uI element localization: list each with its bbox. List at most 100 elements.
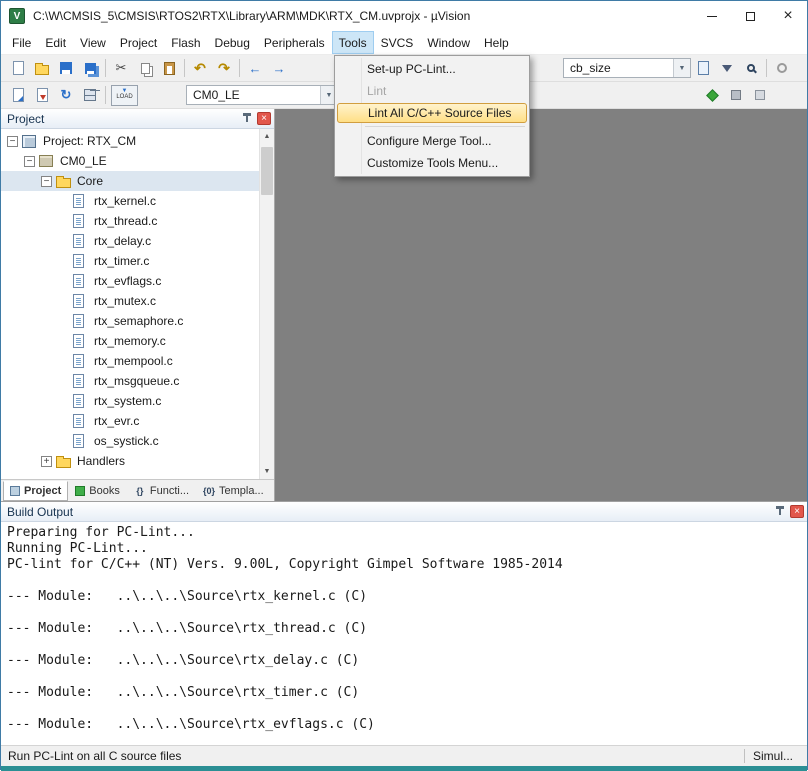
search-button[interactable] [739, 57, 763, 80]
tree-item-rtx-semaphore-c[interactable]: rtx_semaphore.c [1, 311, 259, 331]
pin-icon[interactable] [241, 113, 253, 125]
maximize-icon [746, 12, 755, 21]
filter-button[interactable] [715, 57, 739, 80]
expand-icon[interactable]: + [41, 456, 52, 467]
find-in-files-button[interactable] [691, 57, 715, 80]
tree-indent [58, 296, 69, 307]
menu-file[interactable]: File [5, 31, 38, 54]
download-button[interactable]: ▼ LOAD [111, 85, 138, 106]
manage-rte-button[interactable] [700, 84, 724, 107]
window-title: C:\W\CMSIS_5\CMSIS\RTOS2\RTX\Library\ARM… [33, 9, 693, 23]
menu-peripherals[interactable]: Peripherals [257, 31, 332, 54]
file-icon [73, 274, 84, 288]
new-file-button[interactable] [6, 57, 30, 80]
tree-item-rtx-evr-c[interactable]: rtx_evr.c [1, 411, 259, 431]
target-combo[interactable]: CM0_LE ▼ [186, 85, 338, 105]
menu-window[interactable]: Window [420, 31, 477, 54]
rebuild-button[interactable] [54, 84, 78, 107]
project-panel-close-button[interactable]: × [257, 112, 271, 125]
build-icon [37, 88, 48, 102]
scrollbar-thumb[interactable] [261, 147, 273, 195]
packs-button[interactable] [748, 84, 772, 107]
tab-templa[interactable]: {0}Templa... [196, 481, 271, 501]
undo-icon [194, 60, 206, 77]
build-output-close-button[interactable]: × [790, 505, 804, 518]
menu-help[interactable]: Help [477, 31, 516, 54]
tree-item-rtx-mempool-c[interactable]: rtx_mempool.c [1, 351, 259, 371]
menu-project[interactable]: Project [113, 31, 164, 54]
maximize-button[interactable] [731, 1, 769, 31]
project-scrollbar[interactable]: ▲ ▼ [259, 129, 274, 479]
tab-project[interactable]: Project [3, 481, 68, 501]
target-icon [39, 155, 53, 167]
tree-indent [58, 416, 69, 427]
tree-item-label: rtx_mutex.c [94, 294, 162, 308]
copy-button[interactable] [133, 57, 157, 80]
save-all-button[interactable] [78, 57, 102, 80]
menu-debug[interactable]: Debug [208, 31, 257, 54]
tree-item-rtx-kernel-c[interactable]: rtx_kernel.c [1, 191, 259, 211]
tree-item-label: rtx_semaphore.c [94, 314, 189, 328]
file-icon [73, 294, 84, 308]
tree-item-rtx-delay-c[interactable]: rtx_delay.c [1, 231, 259, 251]
undo-button[interactable] [188, 57, 212, 80]
menu-item-set-up-pc-lint[interactable]: Set-up PC-Lint... [335, 58, 529, 80]
collapse-icon[interactable]: − [7, 136, 18, 147]
close-button[interactable]: × [769, 1, 807, 31]
minimize-button[interactable] [693, 1, 731, 31]
tree-indent [58, 376, 69, 387]
tree-item-core[interactable]: −Core [1, 171, 259, 191]
collapse-icon[interactable]: − [24, 156, 35, 167]
navigate-back-button[interactable] [243, 57, 267, 80]
toolbar-separator [766, 59, 767, 77]
batch-build-icon [84, 89, 96, 101]
tree-item-cm0-le[interactable]: − CM0_LE [1, 151, 259, 171]
tree-item-label: rtx_delay.c [94, 234, 157, 248]
tree-item-rtx-evflags-c[interactable]: rtx_evflags.c [1, 271, 259, 291]
open-file-button[interactable] [30, 57, 54, 80]
tree-item-rtx-memory-c[interactable]: rtx_memory.c [1, 331, 259, 351]
components-button[interactable] [724, 84, 748, 107]
paste-button[interactable] [157, 57, 181, 80]
toolbar-separator [105, 86, 106, 104]
build-output-title: Build Output [7, 505, 774, 519]
tab-books[interactable]: Books [68, 481, 127, 501]
tree-item-rtx-system-c[interactable]: rtx_system.c [1, 391, 259, 411]
toolbar-separator [239, 59, 240, 77]
manage-rte-icon [706, 89, 719, 102]
tab-functi[interactable]: {}Functi... [127, 481, 196, 501]
tree-item-rtx-msgqueue-c[interactable]: rtx_msgqueue.c [1, 371, 259, 391]
menu-svcs[interactable]: SVCS [374, 31, 421, 54]
tree-item-rtx-timer-c[interactable]: rtx_timer.c [1, 251, 259, 271]
menu-flash[interactable]: Flash [164, 31, 207, 54]
menu-item-lint-all-c-c-source-files[interactable]: Lint All C/C++ Source Files [337, 103, 527, 123]
collapse-icon[interactable]: − [41, 176, 52, 187]
cut-button[interactable] [109, 57, 133, 80]
menu-tools[interactable]: Tools [332, 31, 374, 54]
tree-item-label: CM0_LE [60, 154, 113, 168]
pin-icon[interactable] [774, 506, 786, 518]
menu-edit[interactable]: Edit [38, 31, 73, 54]
redo-icon [218, 60, 230, 77]
translate-button[interactable] [6, 84, 30, 107]
build-button[interactable] [30, 84, 54, 107]
tree-item-handlers[interactable]: +Handlers [1, 451, 259, 471]
menu-view[interactable]: View [73, 31, 113, 54]
tree-item-rtx-thread-c[interactable]: rtx_thread.c [1, 211, 259, 231]
project-icon [22, 135, 36, 148]
menu-item-configure-merge-tool[interactable]: Configure Merge Tool... [335, 130, 529, 152]
batch-build-button[interactable] [78, 84, 102, 107]
tree-item-os-systick-c[interactable]: os_systick.c [1, 431, 259, 451]
scroll-down-icon[interactable]: ▼ [260, 464, 274, 479]
save-button[interactable] [54, 57, 78, 80]
tree-item-project-rtx-cm[interactable]: −Project: RTX_CM [1, 131, 259, 151]
redo-button[interactable] [212, 57, 236, 80]
tree-indent [58, 436, 69, 447]
chevron-down-icon[interactable]: ▼ [673, 59, 690, 77]
record-button[interactable] [770, 57, 794, 80]
search-combo[interactable]: cb_size ▼ [563, 58, 691, 78]
scroll-up-icon[interactable]: ▲ [260, 129, 274, 144]
navigate-forward-button[interactable] [267, 57, 291, 80]
tree-item-rtx-mutex-c[interactable]: rtx_mutex.c [1, 291, 259, 311]
menu-item-customize-tools-menu[interactable]: Customize Tools Menu... [335, 152, 529, 174]
